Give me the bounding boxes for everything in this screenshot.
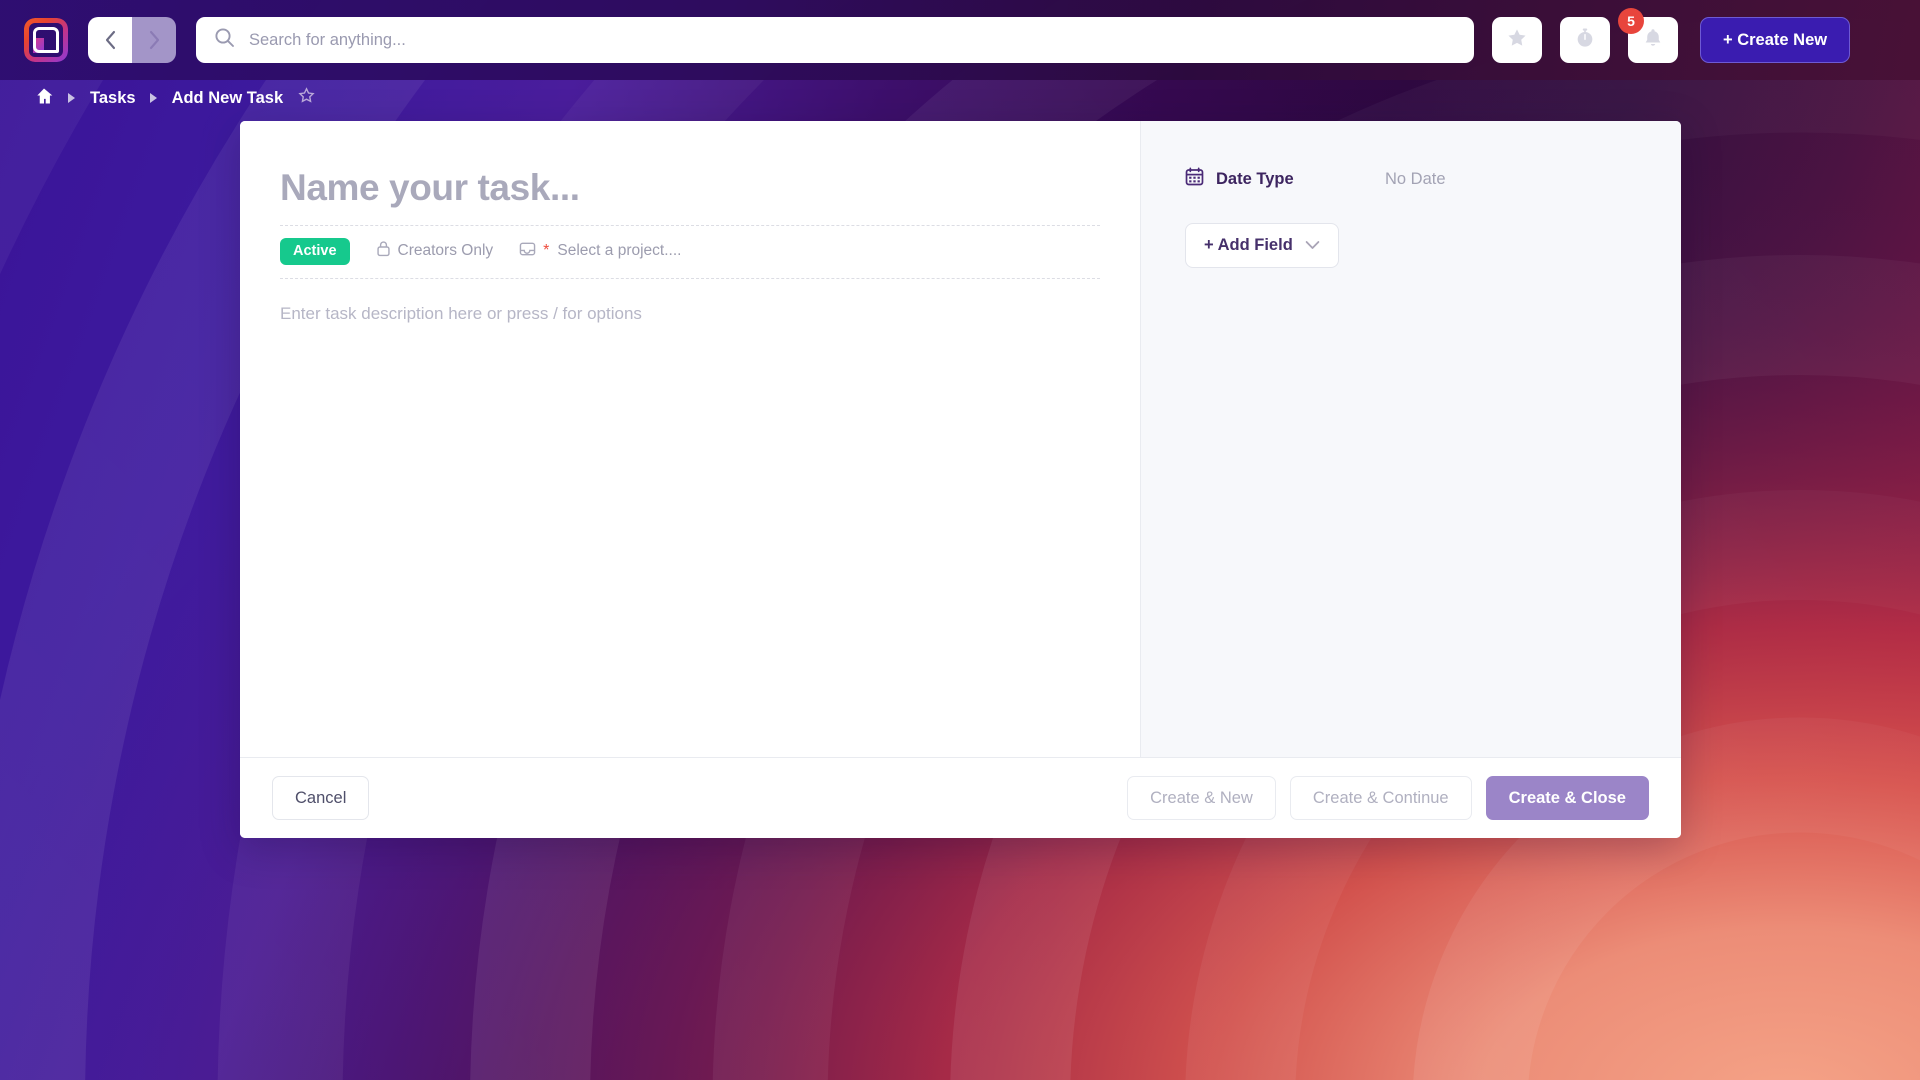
inbox-icon	[519, 241, 536, 262]
create-new-button[interactable]: + Create New	[1700, 17, 1851, 63]
date-type-label-group: Date Type	[1185, 167, 1385, 191]
caret-right-icon	[67, 92, 77, 104]
privacy-selector[interactable]: Creators Only	[376, 240, 494, 262]
star-icon	[1506, 27, 1528, 54]
add-task-card: Active Creators Only	[240, 121, 1681, 838]
task-description-input[interactable]: Enter task description here or press / f…	[280, 279, 1100, 324]
search-bar[interactable]	[196, 17, 1474, 63]
search-input[interactable]	[249, 30, 1456, 50]
card-footer: Cancel Create & New Create & Continue Cr…	[240, 757, 1681, 838]
stopwatch-icon	[1574, 27, 1596, 54]
add-field-button[interactable]: + Add Field	[1185, 223, 1339, 268]
cancel-button[interactable]: Cancel	[272, 776, 370, 820]
chevron-left-icon	[103, 29, 118, 51]
chevron-right-icon	[147, 29, 162, 51]
favorites-button[interactable]	[1492, 17, 1542, 63]
task-details-pane: Date Type No Date + Add Field	[1140, 121, 1681, 757]
calendar-icon	[1185, 167, 1204, 191]
task-editor-pane: Active Creators Only	[240, 121, 1140, 757]
notifications-button[interactable]: 5	[1618, 8, 1678, 63]
create-and-new-button[interactable]: Create & New	[1127, 776, 1276, 820]
task-name-input[interactable]	[280, 167, 1100, 225]
privacy-label: Creators Only	[397, 242, 494, 260]
bell-icon	[1642, 27, 1664, 54]
chevron-down-icon	[1305, 236, 1320, 255]
timer-button[interactable]	[1560, 17, 1610, 63]
task-meta-row: Active Creators Only * Select a project.…	[280, 226, 1100, 278]
breadcrumb: Tasks Add New Task	[0, 80, 315, 116]
card-body: Active Creators Only	[240, 121, 1681, 757]
add-field-label: + Add Field	[1204, 236, 1293, 254]
project-selector[interactable]: * Select a project....	[519, 241, 681, 262]
top-bar: 5 + Create New	[0, 0, 1920, 80]
breadcrumb-item-tasks[interactable]: Tasks	[90, 89, 136, 108]
create-and-close-button[interactable]: Create & Close	[1485, 776, 1649, 820]
breadcrumb-item-add-new-task: Add New Task	[171, 88, 284, 107]
field-row-date-type: Date Type No Date	[1185, 167, 1637, 191]
app-window: 5 + Create New Tasks Add New Task	[0, 0, 1920, 1080]
star-outline-icon[interactable]	[298, 87, 315, 109]
create-and-continue-button[interactable]: Create & Continue	[1289, 776, 1472, 820]
required-marker: *	[543, 242, 550, 260]
lock-icon	[376, 240, 391, 262]
search-icon	[214, 27, 235, 53]
project-label: Select a project....	[557, 242, 682, 260]
history-nav-buttons	[88, 17, 176, 63]
caret-right-icon	[149, 92, 159, 104]
back-button[interactable]	[88, 17, 132, 63]
status-badge[interactable]: Active	[280, 238, 350, 265]
home-icon[interactable]	[34, 86, 54, 111]
notification-badge: 5	[1618, 8, 1644, 34]
date-type-label: Date Type	[1216, 169, 1294, 188]
forward-button[interactable]	[132, 17, 176, 63]
date-type-value[interactable]: No Date	[1385, 170, 1446, 189]
proofhub-logo[interactable]	[24, 18, 68, 62]
